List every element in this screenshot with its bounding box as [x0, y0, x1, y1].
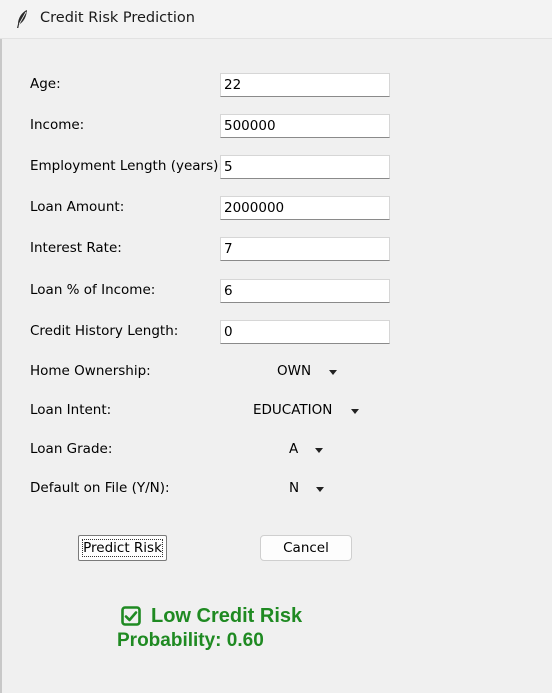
income-label: Income: — [30, 117, 85, 133]
chevron-down-icon — [316, 487, 324, 492]
predict-risk-button[interactable]: Predict Risk — [78, 535, 167, 561]
loan-percent-income-input[interactable] — [220, 279, 390, 303]
interest-rate-input[interactable] — [220, 237, 390, 261]
feather-icon — [17, 10, 27, 28]
loan-grade-label: Loan Grade: — [30, 441, 113, 457]
check-box-icon — [121, 606, 141, 626]
home-ownership-label: Home Ownership: — [30, 363, 151, 379]
cancel-button[interactable]: Cancel — [260, 535, 352, 561]
cancel-label: Cancel — [283, 540, 329, 556]
prediction-result: Low Credit Risk Probability: 0.60 — [117, 603, 302, 653]
credit-history-length-label: Credit History Length: — [30, 323, 179, 339]
employment-length-label: Employment Length (years): — [30, 158, 223, 174]
loan-grade-value: A — [289, 441, 299, 457]
title-bar: Credit Risk Prediction — [0, 0, 552, 39]
loan-percent-income-label: Loan % of Income: — [30, 282, 156, 298]
home-ownership-value: OWN — [277, 363, 312, 379]
focus-ring — [82, 539, 163, 557]
window-title: Credit Risk Prediction — [40, 10, 195, 26]
age-input[interactable] — [220, 73, 390, 97]
employment-length-input[interactable] — [220, 155, 390, 179]
loan-intent-value: EDUCATION — [253, 402, 333, 418]
chevron-down-icon — [351, 409, 359, 414]
default-on-file-label: Default on File (Y/N): — [30, 480, 170, 496]
risk-status: Low Credit Risk — [151, 605, 303, 627]
chevron-down-icon — [315, 448, 323, 453]
credit-history-length-input[interactable] — [220, 320, 390, 344]
loan-intent-label: Loan Intent: — [30, 402, 112, 418]
window-border — [0, 39, 2, 693]
chevron-down-icon — [329, 370, 337, 375]
income-input[interactable] — [220, 114, 390, 138]
age-label: Age: — [30, 76, 61, 92]
risk-probability: Probability: 0.60 — [117, 630, 264, 651]
interest-rate-label: Interest Rate: — [30, 240, 122, 256]
default-on-file-value: N — [289, 480, 300, 496]
loan-amount-input[interactable] — [220, 196, 390, 220]
loan-amount-label: Loan Amount: — [30, 199, 125, 215]
